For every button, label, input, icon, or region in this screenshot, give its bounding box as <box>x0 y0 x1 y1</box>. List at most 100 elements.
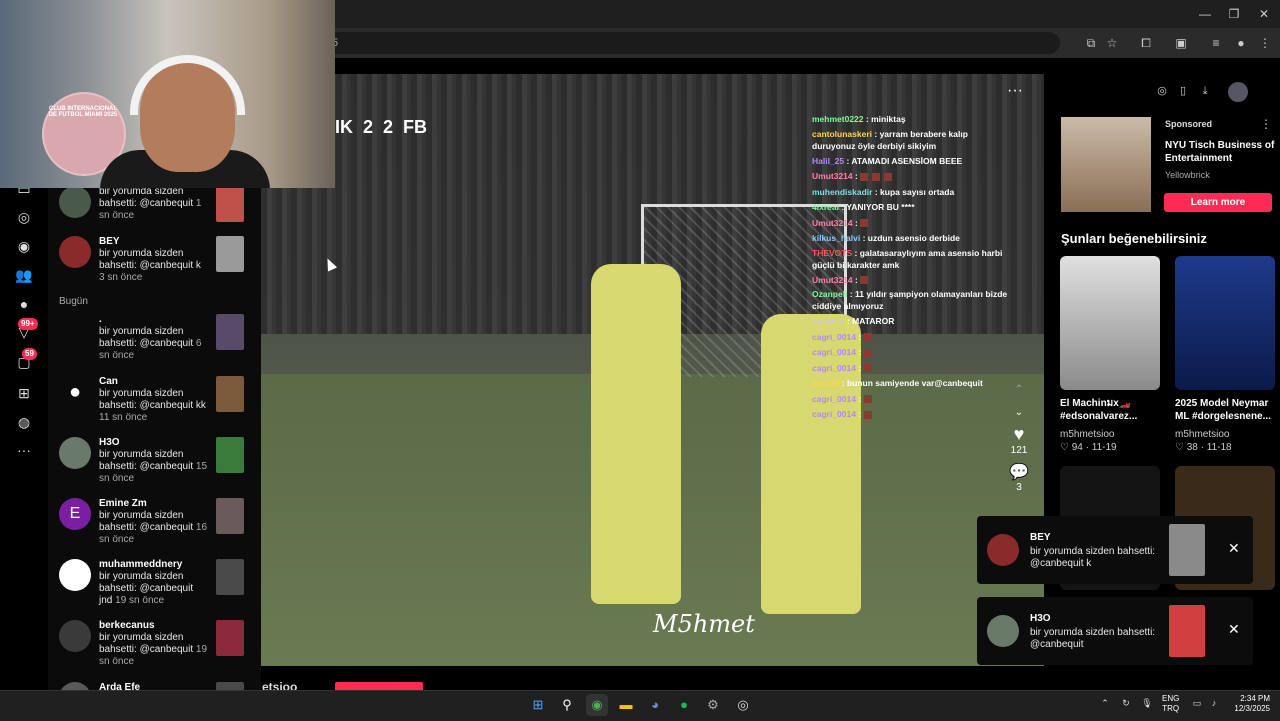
chat-username[interactable]: THEVOTS <box>812 248 852 258</box>
avatar[interactable] <box>59 682 91 690</box>
chrome-icon[interactable]: ◉ <box>586 694 608 716</box>
compass-icon[interactable]: ◎ <box>1153 82 1171 100</box>
explore-icon[interactable]: ◎ <box>12 205 36 229</box>
profile-avatar-icon[interactable]: ● <box>12 292 36 316</box>
video-thumbnail[interactable] <box>216 498 244 534</box>
video-thumbnail[interactable] <box>216 620 244 656</box>
close-icon[interactable]: ✕ <box>1228 540 1240 557</box>
chat-username[interactable]: cagri_0014 <box>812 409 856 419</box>
notification-item[interactable]: E Emine Zm bir yorumda sizden bahsetti: @… <box>48 498 261 558</box>
download-icon[interactable]: ⤓ <box>1196 82 1214 100</box>
language-indicator[interactable]: ENG TRQ <box>1162 694 1179 714</box>
avatar[interactable] <box>59 437 91 469</box>
spotify-icon[interactable]: ● <box>673 694 695 716</box>
discord-icon[interactable]: ◕ <box>644 694 666 716</box>
chat-username[interactable]: cantolunaskeri <box>812 129 872 139</box>
start-icon[interactable]: ⊞ <box>527 694 549 716</box>
volume-icon[interactable]: ♪ <box>1207 696 1221 710</box>
card-author[interactable]: m5hmetsioo <box>1060 428 1114 441</box>
video-thumbnail[interactable] <box>216 376 244 412</box>
chat-username[interactable]: muhendiskadir <box>812 187 872 197</box>
chat-username[interactable]: Halil_25 <box>812 156 844 166</box>
microphone-icon[interactable]: 🎙 <box>1140 696 1154 710</box>
obs-icon[interactable]: ◎ <box>732 694 754 716</box>
follow-button-partial[interactable] <box>335 682 423 690</box>
card-caption[interactable]: 2025 Model Neymar ML #dorgelesnene... <box>1175 397 1275 423</box>
more-icon[interactable]: ··· <box>12 438 36 462</box>
card-caption[interactable]: El Machinมx🏎️ #edsonalvarez... <box>1060 397 1168 423</box>
chat-username[interactable]: Umut3214 <box>812 171 853 181</box>
notification-item[interactable]: H3O bir yorumda sizden bahsetti: @canbequ… <box>48 437 261 497</box>
notification-item[interactable]: berkecanus bir yorumda sizden bahsetti: @… <box>48 620 261 680</box>
settings-icon[interactable]: ⚙ <box>702 694 724 716</box>
chat-username[interactable]: cagri_0014 <box>812 394 856 404</box>
avatar[interactable] <box>59 314 91 346</box>
learn-more-button[interactable]: Learn more <box>1164 193 1272 212</box>
video-thumbnail[interactable] <box>216 437 244 473</box>
chat-username[interactable]: mehmet0222 <box>812 114 864 124</box>
activity-icon[interactable]: ▽ 99+ <box>12 318 38 344</box>
notification-item[interactable]: . bir yorumda sizden bahsetti: @canbequit… <box>48 314 261 374</box>
tray-sync-icon[interactable]: ↻ <box>1119 696 1133 710</box>
chat-username[interactable]: mustlll <box>812 378 839 388</box>
close-icon[interactable]: ✕ <box>1228 621 1240 638</box>
following-avatar-icon[interactable]: ◉ <box>12 234 36 258</box>
network-icon[interactable]: ▭ <box>1190 696 1204 710</box>
chat-username[interactable]: Umut3214 <box>812 218 853 228</box>
clock[interactable]: 2:34 PM 12/3/2025 <box>1226 694 1270 714</box>
video-player[interactable]: IK 2 2 FB M5hmet ··· mehmet0222 : miniktaş c… <box>261 74 1044 666</box>
notification-item[interactable]: ● Can bir yorumda sizden bahsetti: @canbe… <box>48 376 261 436</box>
suggestion-card[interactable] <box>1175 256 1275 390</box>
profile-icon[interactable]: ● <box>1231 33 1251 53</box>
ad-more-icon[interactable]: ⋮ <box>1260 117 1272 131</box>
chat-username[interactable]: Ozanpeli <box>812 289 847 299</box>
chat-username[interactable]: 4lxreal <box>812 202 839 212</box>
ad-title[interactable]: NYU Tisch Business of Entertainment <box>1165 139 1275 165</box>
avatar[interactable] <box>59 236 91 268</box>
friends-icon[interactable]: 👥 <box>12 263 36 287</box>
tab-search-icon[interactable]: ≡ <box>1206 33 1226 53</box>
avatar[interactable]: E <box>59 498 91 530</box>
chat-username[interactable]: kilkus_halvi <box>812 233 860 243</box>
video-thumbnail[interactable] <box>216 236 244 272</box>
card-author[interactable]: m5hmetsioo <box>1175 428 1229 441</box>
user-avatar[interactable] <box>1228 82 1248 102</box>
avatar[interactable] <box>59 186 91 218</box>
extensions-icon[interactable]: ⧠ <box>1136 33 1156 53</box>
like-icon[interactable]: ♥ <box>1005 424 1033 445</box>
video-thumbnail[interactable] <box>216 559 244 595</box>
chat-username[interactable]: cagri_0014 <box>812 332 856 342</box>
file-explorer-icon[interactable]: ▬ <box>615 694 637 716</box>
comment-icon[interactable]: 💬 <box>1005 462 1033 482</box>
scroll-down-icon[interactable]: ⌄ <box>1005 407 1033 418</box>
account-avatar-icon[interactable]: ◍ <box>12 410 36 434</box>
chat-username[interactable]: cagri_0014 <box>812 363 856 373</box>
chat-username[interactable]: Umut3214 <box>812 275 853 285</box>
notification-item[interactable]: Arda Efe <box>48 682 261 690</box>
scroll-up-icon[interactable]: ⌃ <box>1005 384 1033 395</box>
browser-menu-icon[interactable]: ⋮ <box>1255 33 1275 53</box>
maximize-button[interactable]: ❐ <box>1219 4 1249 24</box>
avatar[interactable] <box>59 620 91 652</box>
search-icon[interactable]: ⚲ <box>556 694 578 716</box>
address-bar[interactable]: 5 <box>320 32 1060 54</box>
notification-toast[interactable]: H3O bir yorumda sizden bahsetti: @canbeq… <box>977 597 1253 665</box>
minimize-button[interactable]: — <box>1190 4 1220 24</box>
bookmark-star-icon[interactable]: ☆ <box>1102 33 1122 53</box>
upload-icon[interactable]: ⊞ <box>12 381 36 405</box>
cast-icon[interactable]: ⧉ <box>1081 33 1101 53</box>
avatar[interactable]: ● <box>59 376 91 408</box>
more-options-icon[interactable]: ··· <box>1007 82 1023 100</box>
video-thumbnail[interactable] <box>216 314 244 350</box>
notification-item[interactable]: BEY bir yorumda sizden bahsetti: @canbequ… <box>48 236 261 296</box>
phone-icon[interactable]: ▯ <box>1174 82 1192 100</box>
sidebar-icon[interactable]: ▣ <box>1171 33 1191 53</box>
close-window-button[interactable]: ✕ <box>1249 4 1279 24</box>
notification-toast[interactable]: BEY bir yorumda sizden bahsetti: @canbeq… <box>977 516 1253 584</box>
messages-icon[interactable]: ▢ 59 <box>12 348 37 374</box>
ad-thumbnail[interactable] <box>1061 117 1151 212</box>
notification-item[interactable]: muhammeddnery bir yorumda sizden bahsetti… <box>48 559 261 619</box>
video-thumbnail[interactable] <box>216 682 244 690</box>
avatar[interactable] <box>59 559 91 591</box>
tray-chevron-icon[interactable]: ⌃ <box>1098 696 1112 710</box>
